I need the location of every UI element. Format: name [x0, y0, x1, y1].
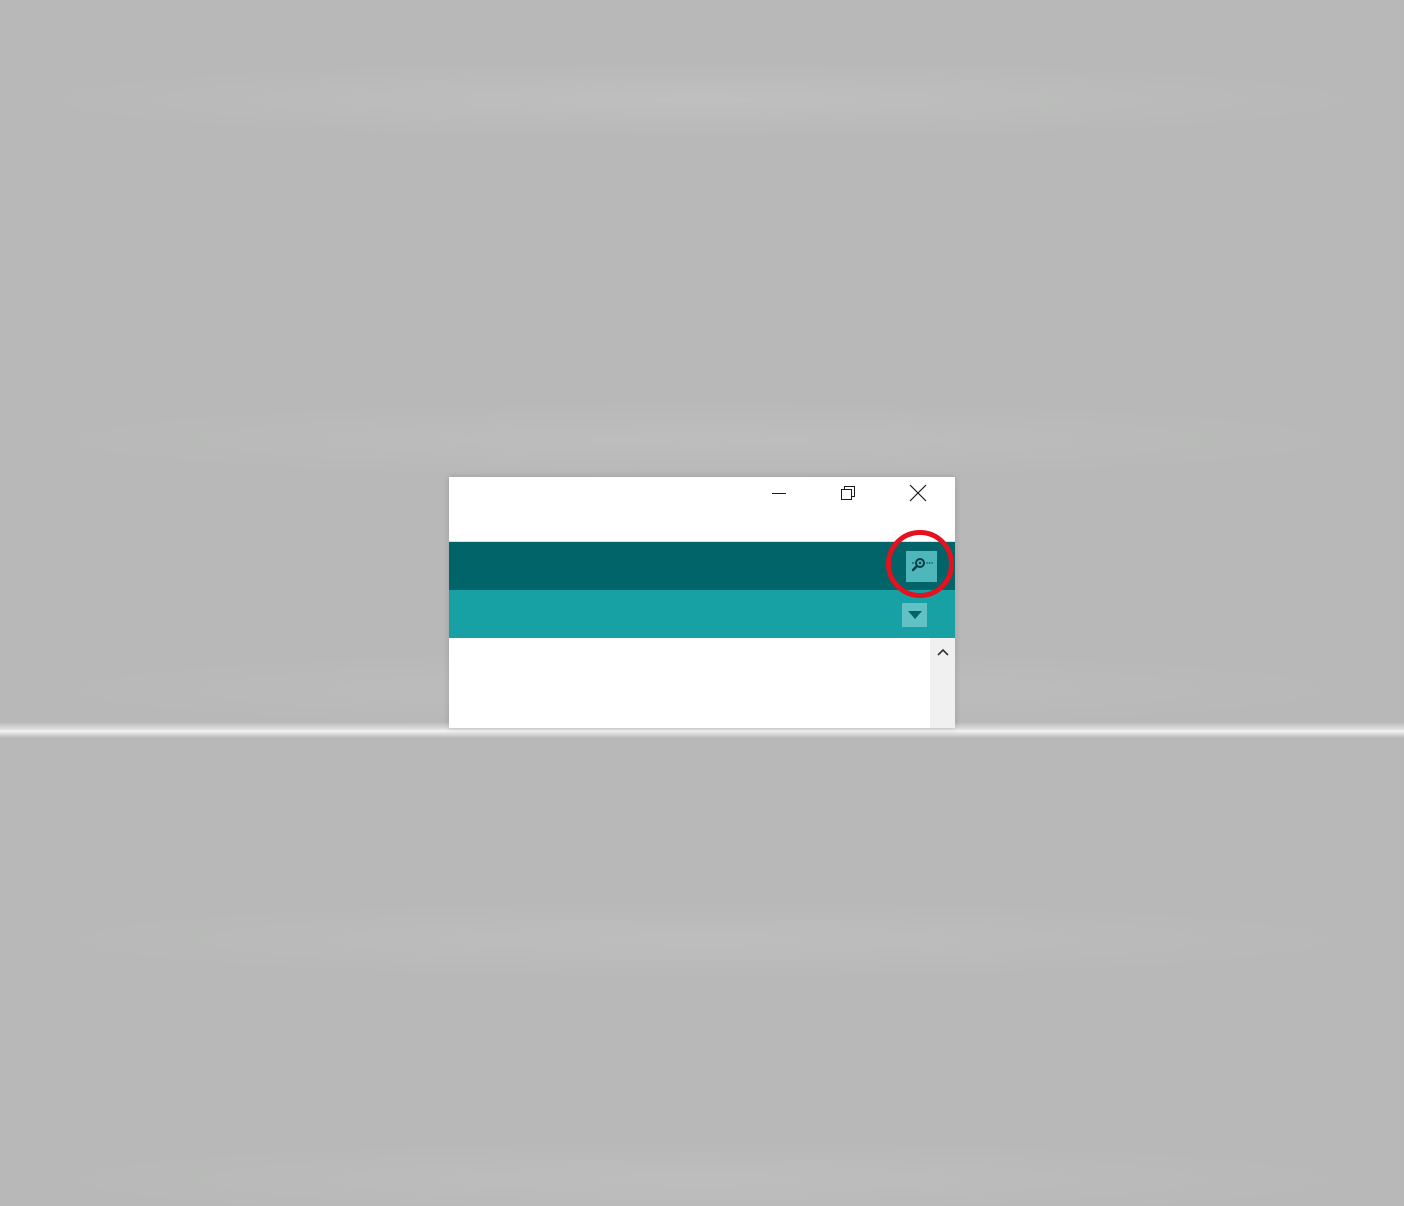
- close-button[interactable]: [895, 477, 941, 509]
- restore-icon: [840, 485, 856, 501]
- close-icon: [909, 484, 927, 502]
- main-toolbar: [449, 542, 955, 590]
- code-editor[interactable]: [449, 638, 930, 728]
- arduino-ide-window: [449, 477, 955, 728]
- serial-monitor-icon: [909, 553, 935, 580]
- chevron-down-icon: [907, 606, 922, 624]
- editor-scrollbar[interactable]: [930, 638, 955, 728]
- title-bar[interactable]: [449, 477, 955, 542]
- minimize-button[interactable]: [756, 477, 802, 509]
- restore-button[interactable]: [825, 477, 871, 509]
- serial-monitor-button[interactable]: [906, 551, 937, 582]
- scroll-up-button[interactable]: [930, 644, 955, 662]
- sketch-tab-bar: [449, 590, 955, 638]
- tab-menu-button[interactable]: [902, 603, 927, 627]
- minimize-icon: [771, 485, 787, 501]
- chevron-up-icon: [936, 644, 950, 662]
